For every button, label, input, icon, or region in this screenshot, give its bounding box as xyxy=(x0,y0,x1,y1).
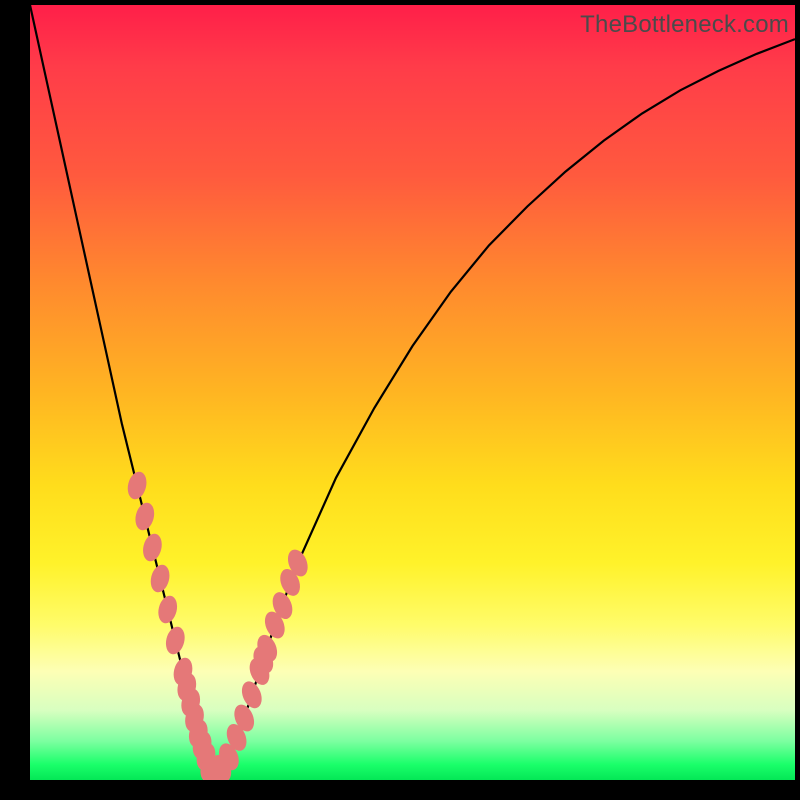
plot-area: TheBottleneck.com xyxy=(30,5,795,780)
data-point xyxy=(156,594,180,626)
chart-frame: TheBottleneck.com xyxy=(0,0,800,800)
data-point xyxy=(133,501,157,533)
data-point xyxy=(148,563,172,595)
bottleneck-curve xyxy=(30,5,795,780)
curve-path xyxy=(30,5,795,780)
data-point xyxy=(140,532,164,564)
data-dots xyxy=(125,470,311,780)
data-point xyxy=(163,625,187,657)
data-point xyxy=(125,470,149,502)
